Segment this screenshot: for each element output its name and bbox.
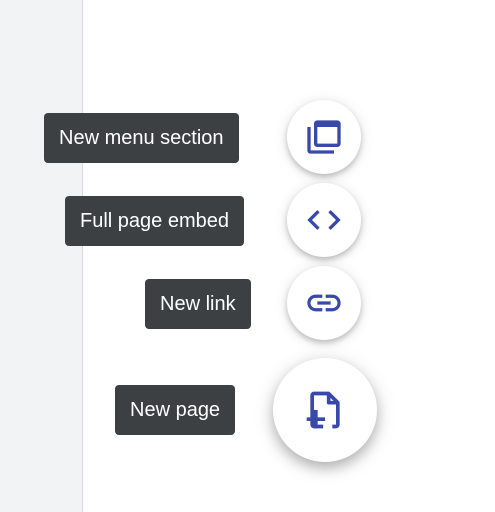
new-page-icon (303, 388, 347, 432)
tooltip-new-page: New page (115, 385, 236, 435)
tooltip-label: New page (130, 399, 221, 421)
tooltip-new-link: New link (145, 279, 251, 329)
code-icon (304, 200, 344, 240)
tooltip-label: New menu section (59, 127, 224, 149)
tooltip-label: New link (160, 293, 236, 315)
tooltip-new-menu-section: New menu section (44, 113, 239, 163)
new-link-button[interactable] (287, 266, 361, 340)
new-menu-section-button[interactable] (287, 100, 361, 174)
new-page-button[interactable] (273, 358, 377, 462)
tooltip-full-page-embed: Full page embed (65, 196, 244, 246)
sidebar-panel (0, 0, 83, 512)
link-icon (304, 283, 344, 323)
tooltip-label: Full page embed (80, 210, 229, 232)
full-page-embed-button[interactable] (287, 183, 361, 257)
new-menu-section-icon (304, 117, 344, 157)
